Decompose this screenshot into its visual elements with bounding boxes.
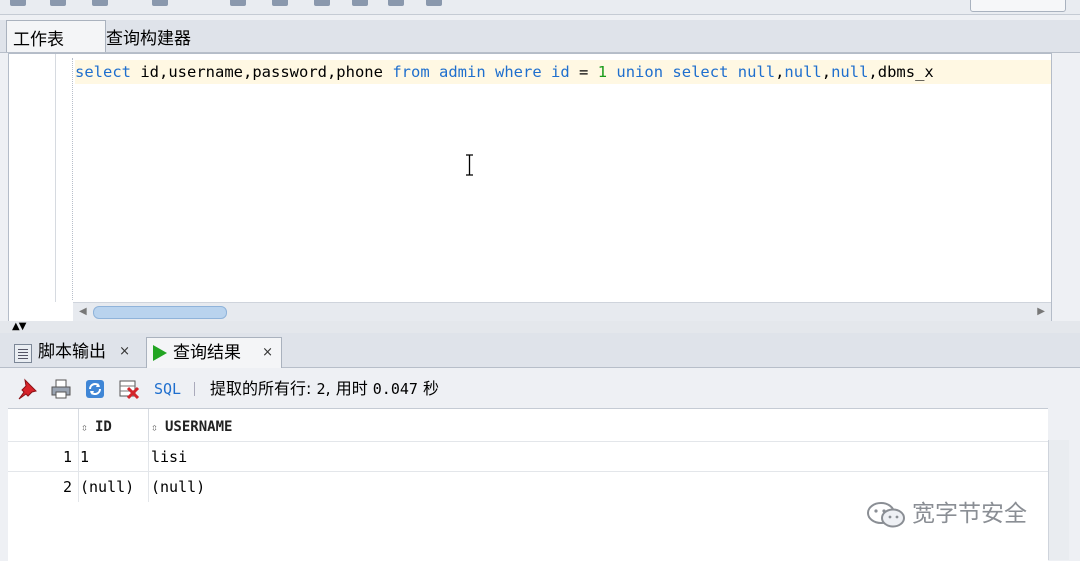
column-header-id[interactable]: ⇳ ID xyxy=(78,409,149,441)
elapsed-time: 0.047 xyxy=(372,380,418,398)
sql-token: 1 xyxy=(597,63,608,81)
run-statement-icon[interactable] xyxy=(10,0,26,6)
clear-icon[interactable] xyxy=(314,0,330,6)
scroll-left-icon[interactable]: ◀ xyxy=(79,306,87,317)
scroll-thumb[interactable] xyxy=(93,306,227,319)
result-toolbar: SQL 提取的所有行: 2, 用时 0.047 秒 xyxy=(0,368,1080,408)
play-icon xyxy=(153,345,167,361)
sql-editor[interactable]: select id,username,password,phone from a… xyxy=(8,53,1052,323)
grid-vertical-scrollbar[interactable] xyxy=(1048,440,1069,560)
close-icon[interactable]: × xyxy=(262,338,273,368)
sql-tuning-icon[interactable] xyxy=(352,0,368,6)
tab-worksheet[interactable]: 工作表 xyxy=(6,20,106,52)
commit-icon[interactable] xyxy=(92,0,108,6)
sql-token: = xyxy=(569,63,598,81)
sql-link[interactable]: SQL xyxy=(154,378,181,400)
explain-plan-icon[interactable] xyxy=(230,0,246,6)
delete-rows-icon[interactable] xyxy=(118,378,140,400)
sql-token: null xyxy=(784,63,822,81)
rows-fetched-count: 2 xyxy=(316,380,326,398)
output-tab-bar: 脚本输出 × 查询结果 × xyxy=(0,333,1080,368)
text-cursor-icon xyxy=(466,154,473,176)
refresh-icon[interactable] xyxy=(84,378,106,400)
table-row[interactable]: 1 1 lisi xyxy=(8,441,1048,472)
toolbar-separator xyxy=(194,382,195,396)
print-icon[interactable] xyxy=(50,378,72,400)
fetch-prefix: 提取的所有行: xyxy=(210,379,317,398)
cell-username[interactable]: lisi xyxy=(151,442,187,472)
cell-username[interactable]: (null) xyxy=(151,472,205,502)
main-toolbar xyxy=(0,0,1080,15)
sql-token: , xyxy=(868,63,878,81)
autotrace-icon[interactable] xyxy=(272,0,288,6)
fold-guide xyxy=(72,58,73,300)
sql-token: id,username,password,phone xyxy=(140,63,383,81)
sql-token: admin xyxy=(439,63,486,81)
row-number: 2 xyxy=(62,478,72,496)
script-output-icon xyxy=(14,344,32,363)
sql-token: where xyxy=(495,63,542,81)
result-grid[interactable]: ⇳ ID ⇳ USERNAME 1 1 lisi 2 (null) (null) xyxy=(8,408,1048,561)
column-header-label: USERNAME xyxy=(165,419,233,435)
row-number: 1 xyxy=(62,448,72,466)
time-label: , 用时 xyxy=(325,379,373,398)
collapse-arrows-icon[interactable]: ▲▼ xyxy=(12,321,26,333)
sql-token: select xyxy=(75,63,131,81)
sql-token: null xyxy=(831,63,869,81)
line-number-gutter xyxy=(9,54,56,302)
sql-token: , xyxy=(821,63,832,81)
cell-id[interactable]: 1 xyxy=(80,442,89,472)
tab-script-output[interactable]: 脚本输出 × xyxy=(12,337,138,367)
tab-script-output-label: 脚本输出 xyxy=(38,342,106,362)
sql-token: null xyxy=(737,63,776,81)
fetch-status: 提取的所有行: 2, 用时 0.047 秒 xyxy=(210,378,439,400)
sql-token: from xyxy=(392,63,430,81)
watermark: 宽字节安全 xyxy=(866,498,1027,530)
tab-query-result[interactable]: 查询结果 × xyxy=(146,337,282,368)
connection-selector[interactable] xyxy=(970,0,1066,12)
tab-query-result-label: 查询结果 xyxy=(173,343,241,363)
editor-horizontal-scrollbar[interactable]: ◀ ▶ xyxy=(73,302,1051,321)
tab-query-builder[interactable]: 查询构建器 xyxy=(100,20,197,52)
seconds-unit: 秒 xyxy=(417,379,440,398)
run-script-icon[interactable] xyxy=(50,0,66,6)
column-header-username[interactable]: ⇳ USERNAME xyxy=(148,409,1051,441)
history-icon[interactable] xyxy=(388,0,404,6)
sql-token: union xyxy=(616,63,664,81)
worksheet-tab-bar: 工作表 查询构建器 xyxy=(0,20,1080,53)
sql-statement-line[interactable]: select id,username,password,phone from a… xyxy=(75,60,1051,84)
format-icon[interactable] xyxy=(426,0,442,6)
column-header-label: ID xyxy=(95,419,112,435)
sql-token: id xyxy=(551,63,570,81)
cell-id[interactable]: (null) xyxy=(80,472,134,502)
pane-splitter[interactable]: ▲▼ xyxy=(0,321,1080,333)
sql-token: dbms_x xyxy=(877,63,934,81)
wechat-icon xyxy=(867,501,905,527)
close-icon[interactable]: × xyxy=(119,337,130,367)
sql-token: select xyxy=(672,63,729,81)
scroll-right-icon[interactable]: ▶ xyxy=(1037,306,1045,317)
rollback-icon[interactable] xyxy=(152,0,168,6)
watermark-text: 宽字节安全 xyxy=(912,501,1027,527)
pin-icon[interactable] xyxy=(16,378,38,400)
